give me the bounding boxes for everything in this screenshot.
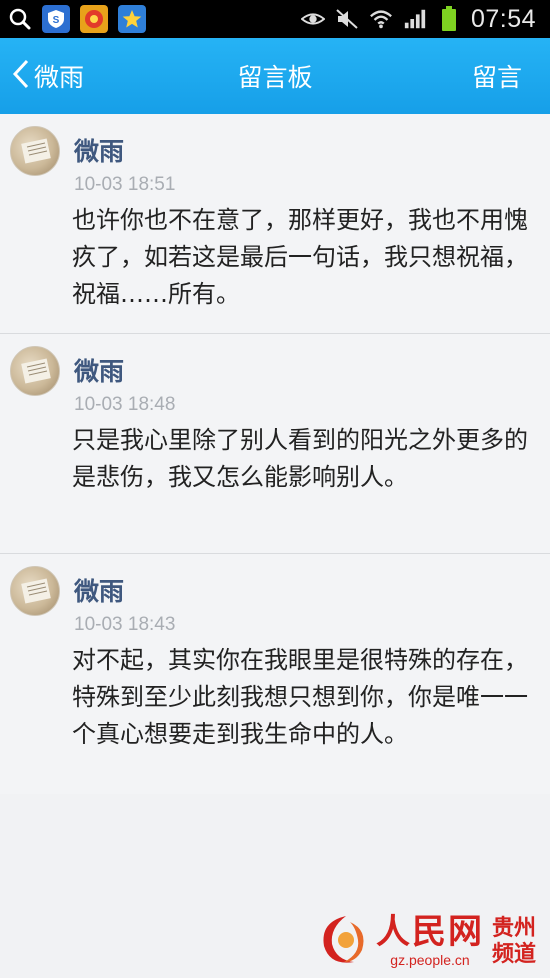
back-label: 微雨 <box>34 63 85 92</box>
svg-text:S: S <box>53 15 60 26</box>
avatar[interactable] <box>10 346 60 396</box>
message-text: 也许你也不在意了，那样更好，我也不用愧疚了，如若这是最后一句话，我只想祝福，祝福… <box>72 206 528 308</box>
chevron-left-icon <box>12 59 30 93</box>
qzone-icon <box>80 5 108 33</box>
title-bar: 微雨 留言板 留言 <box>0 38 550 114</box>
watermark-brand: 人民网 <box>376 912 484 952</box>
timestamp: 10-03 18:43 <box>74 614 176 635</box>
avatar[interactable] <box>10 566 60 616</box>
message-list: 微雨 10-03 18:51 也许你也不在意了，那样更好，我也不用愧疚了，如若这… <box>0 114 550 794</box>
timestamp: 10-03 18:48 <box>74 394 176 415</box>
status-bar: S 07:54 <box>0 0 550 38</box>
author-name[interactable]: 微雨 <box>74 572 124 608</box>
signal-icon <box>403 7 427 31</box>
watermark-url: gz.people.cn <box>390 952 470 968</box>
leave-message-button[interactable]: 留言 <box>472 58 522 94</box>
qq-security-icon: S <box>42 5 70 33</box>
battery-icon <box>437 6 461 31</box>
list-item[interactable]: 微雨 10-03 18:51 也许你也不在意了，那样更好，我也不用愧疚了，如若这… <box>0 114 550 334</box>
watermark-region: 贵州频道 <box>492 916 537 967</box>
eye-icon <box>300 7 325 31</box>
search-icon <box>8 7 32 31</box>
timestamp: 10-03 18:51 <box>74 174 176 195</box>
mute-icon <box>335 7 359 31</box>
clock: 07:54 <box>470 4 536 33</box>
message-text: 只是我心里除了别人看到的阳光之外更多的是悲伤，我又怎么能影响别人。 <box>72 426 528 491</box>
avatar[interactable] <box>10 126 60 176</box>
list-item[interactable]: 微雨 10-03 18:43 对不起，其实你在我眼里是很特殊的存在，特殊到至少此… <box>0 554 550 794</box>
watermark: 人民网 gz.people.cn 贵州频道 <box>316 912 544 968</box>
wifi-icon <box>369 7 393 31</box>
author-name[interactable]: 微雨 <box>74 132 124 168</box>
people-logo-icon <box>316 912 374 968</box>
back-button[interactable]: 微雨 <box>12 56 84 96</box>
star-app-icon <box>118 5 146 33</box>
author-name[interactable]: 微雨 <box>74 352 124 388</box>
list-item[interactable]: 微雨 10-03 18:48 只是我心里除了别人看到的阳光之外更多的是悲伤，我又… <box>0 334 550 554</box>
message-text: 对不起，其实你在我眼里是很特殊的存在，特殊到至少此刻我想只想到你，你是唯一一个真… <box>72 646 528 748</box>
